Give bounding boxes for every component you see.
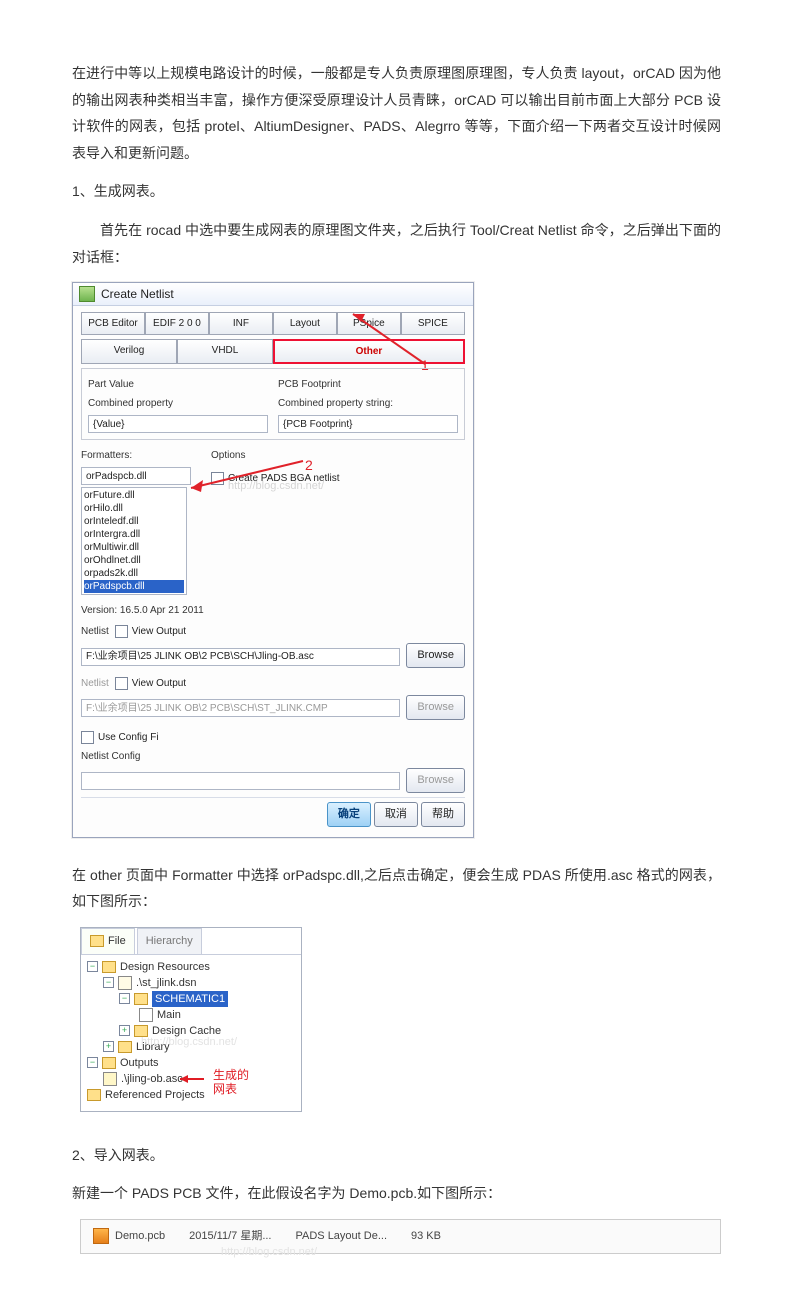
- checkbox-icon: [115, 625, 128, 638]
- folder-icon: [134, 993, 148, 1005]
- netlist1-path[interactable]: F:\业余项目\25 JLINK OB\2 PCB\SCH\Jling-OB.a…: [81, 648, 400, 666]
- formatter-listbox[interactable]: orFuture.dll orHilo.dll orInteledf.dll o…: [81, 487, 187, 595]
- list-item[interactable]: orpads2k.dll: [84, 567, 184, 580]
- node-design-resources[interactable]: Design Resources: [120, 959, 210, 975]
- view-output-2[interactable]: View Output: [115, 674, 186, 693]
- list-item[interactable]: orIntergra.dll: [84, 528, 184, 541]
- config-path[interactable]: [81, 772, 400, 790]
- node-schematic[interactable]: SCHEMATIC1: [152, 991, 228, 1007]
- create-netlist-dialog: Create Netlist 1 2 http://blog.csdn.net/…: [72, 282, 474, 838]
- use-config-checkbox[interactable]: Use Config Fi: [81, 728, 465, 747]
- view-output-label: View Output: [132, 674, 186, 693]
- list-item[interactable]: orMultiwir.dll: [84, 541, 184, 554]
- tab-pspice[interactable]: PSpice: [337, 312, 401, 335]
- expand-icon[interactable]: −: [87, 1057, 98, 1068]
- combined-prop-string-label: Combined property string:: [278, 394, 458, 413]
- help-button[interactable]: 帮助: [421, 802, 465, 827]
- after-dialog-paragraph: 在 other 页面中 Formatter 中选择 orPadspc.dll,之…: [72, 862, 721, 915]
- tree-tab-file-label: File: [108, 931, 126, 952]
- tab-row-2: Verilog VHDL Other: [81, 339, 465, 364]
- section-2-heading: 2、导入网表。: [72, 1142, 721, 1169]
- netlist2-label: Netlist: [81, 674, 109, 693]
- list-item[interactable]: orFuture.dll: [84, 489, 184, 502]
- node-referenced-projects[interactable]: Referenced Projects: [105, 1087, 205, 1103]
- watermark: http://blog.csdn.net/: [141, 1032, 237, 1053]
- tab-spice[interactable]: SPICE: [401, 312, 465, 335]
- list-item-selected[interactable]: orPadspcb.dll: [84, 580, 184, 593]
- list-item[interactable]: orInteledf.dll: [84, 515, 184, 528]
- expand-icon[interactable]: +: [103, 1041, 114, 1052]
- tree-tab-file[interactable]: File: [81, 928, 135, 954]
- section-1-heading: 1、生成网表。: [72, 178, 721, 205]
- combined-prop-label: Combined property: [88, 394, 268, 413]
- dialog-title: Create Netlist: [101, 283, 174, 306]
- folder-icon: [87, 1089, 101, 1101]
- app-icon: [79, 286, 95, 302]
- use-config-label: Use Config Fi: [98, 728, 159, 747]
- browse-button-3[interactable]: Browse: [406, 768, 465, 793]
- expand-icon[interactable]: −: [119, 993, 130, 1004]
- ok-button[interactable]: 确定: [327, 802, 371, 827]
- list-item[interactable]: orHilo.dll: [84, 502, 184, 515]
- view-output-label: View Output: [132, 622, 186, 641]
- netlist1-label: Netlist: [81, 622, 109, 641]
- checkbox-icon: [115, 677, 128, 690]
- folder-icon: [118, 1041, 132, 1053]
- value-footprint-group: Part Value Combined property {Value} PCB…: [81, 368, 465, 440]
- version-label: Version: 16.5.0 Apr 21 2011: [81, 601, 465, 620]
- options-label: Options: [211, 446, 465, 465]
- folder-icon: [90, 935, 104, 947]
- intro-paragraph: 在进行中等以上规模电路设计的时候，一般都是专人负责原理图原理图，专人负责 lay…: [72, 60, 721, 166]
- pcb-footprint-field[interactable]: {PCB Footprint}: [278, 415, 458, 433]
- node-asc[interactable]: .\jling-ob.asc: [121, 1071, 183, 1087]
- watermark: http://blog.csdn.net/: [221, 1242, 317, 1263]
- part-value-label: Part Value: [88, 375, 268, 394]
- annotation-2: 2: [305, 452, 313, 479]
- file-name: Demo.pcb: [115, 1226, 165, 1247]
- step1-description: 首先在 rocad 中选中要生成网表的原理图文件夹，之后执行 Tool/Crea…: [72, 217, 721, 270]
- view-output-1[interactable]: View Output: [115, 622, 186, 641]
- expand-icon[interactable]: −: [103, 977, 114, 988]
- value-field[interactable]: {Value}: [88, 415, 268, 433]
- tab-other[interactable]: Other: [273, 339, 465, 364]
- tab-layout[interactable]: Layout: [273, 312, 337, 335]
- tab-inf[interactable]: INF: [209, 312, 273, 335]
- asc-icon: [103, 1072, 117, 1086]
- tab-pcb-editor[interactable]: PCB Editor: [81, 312, 145, 335]
- formatter-field[interactable]: orPadspcb.dll: [81, 467, 191, 485]
- tab-verilog[interactable]: Verilog: [81, 339, 177, 364]
- node-dsn[interactable]: .\st_jlink.dsn: [136, 975, 197, 991]
- annotation-generated-b: 网表: [213, 1081, 237, 1097]
- pcb-file-icon: [93, 1228, 109, 1244]
- tab-edif[interactable]: EDIF 2 0 0: [145, 312, 209, 335]
- checkbox-icon: [81, 731, 94, 744]
- expand-icon[interactable]: −: [87, 961, 98, 972]
- netlist2-path[interactable]: F:\业余项目\25 JLINK OB\2 PCB\SCH\ST_JLINK.C…: [81, 699, 400, 717]
- tab-row-1: PCB Editor EDIF 2 0 0 INF Layout PSpice …: [81, 312, 465, 335]
- pcb-footprint-label: PCB Footprint: [278, 375, 458, 394]
- watermark: http://blog.csdn.net/: [228, 476, 324, 497]
- dsn-icon: [118, 976, 132, 990]
- node-outputs[interactable]: Outputs: [120, 1055, 159, 1071]
- tree-tab-hierarchy[interactable]: Hierarchy: [137, 928, 202, 954]
- list-item[interactable]: orOhdlnet.dll: [84, 554, 184, 567]
- tab-vhdl[interactable]: VHDL: [177, 339, 273, 364]
- folder-icon: [102, 1057, 116, 1069]
- demo-pcb-row[interactable]: Demo.pcb 2015/11/7 星期... PADS Layout De.…: [80, 1219, 721, 1254]
- browse-button-1[interactable]: Browse: [406, 643, 465, 668]
- folder-icon: [102, 961, 116, 973]
- page-icon: [139, 1008, 153, 1022]
- project-tree-panel: File Hierarchy − Design Resources − .\st…: [80, 927, 302, 1112]
- checkbox-icon: [211, 472, 224, 485]
- node-main[interactable]: Main: [157, 1007, 181, 1023]
- cancel-button[interactable]: 取消: [374, 802, 418, 827]
- expand-icon[interactable]: +: [119, 1025, 130, 1036]
- netlist-config-label: Netlist Config: [81, 747, 465, 766]
- formatters-label: Formatters:: [81, 446, 191, 465]
- step2-description: 新建一个 PADS PCB 文件，在此假设名字为 Demo.pcb.如下图所示：: [72, 1180, 721, 1207]
- browse-button-2[interactable]: Browse: [406, 695, 465, 720]
- file-size: 93 KB: [411, 1226, 441, 1247]
- dialog-titlebar: Create Netlist: [73, 283, 473, 306]
- tree-tab-hier-label: Hierarchy: [146, 931, 193, 952]
